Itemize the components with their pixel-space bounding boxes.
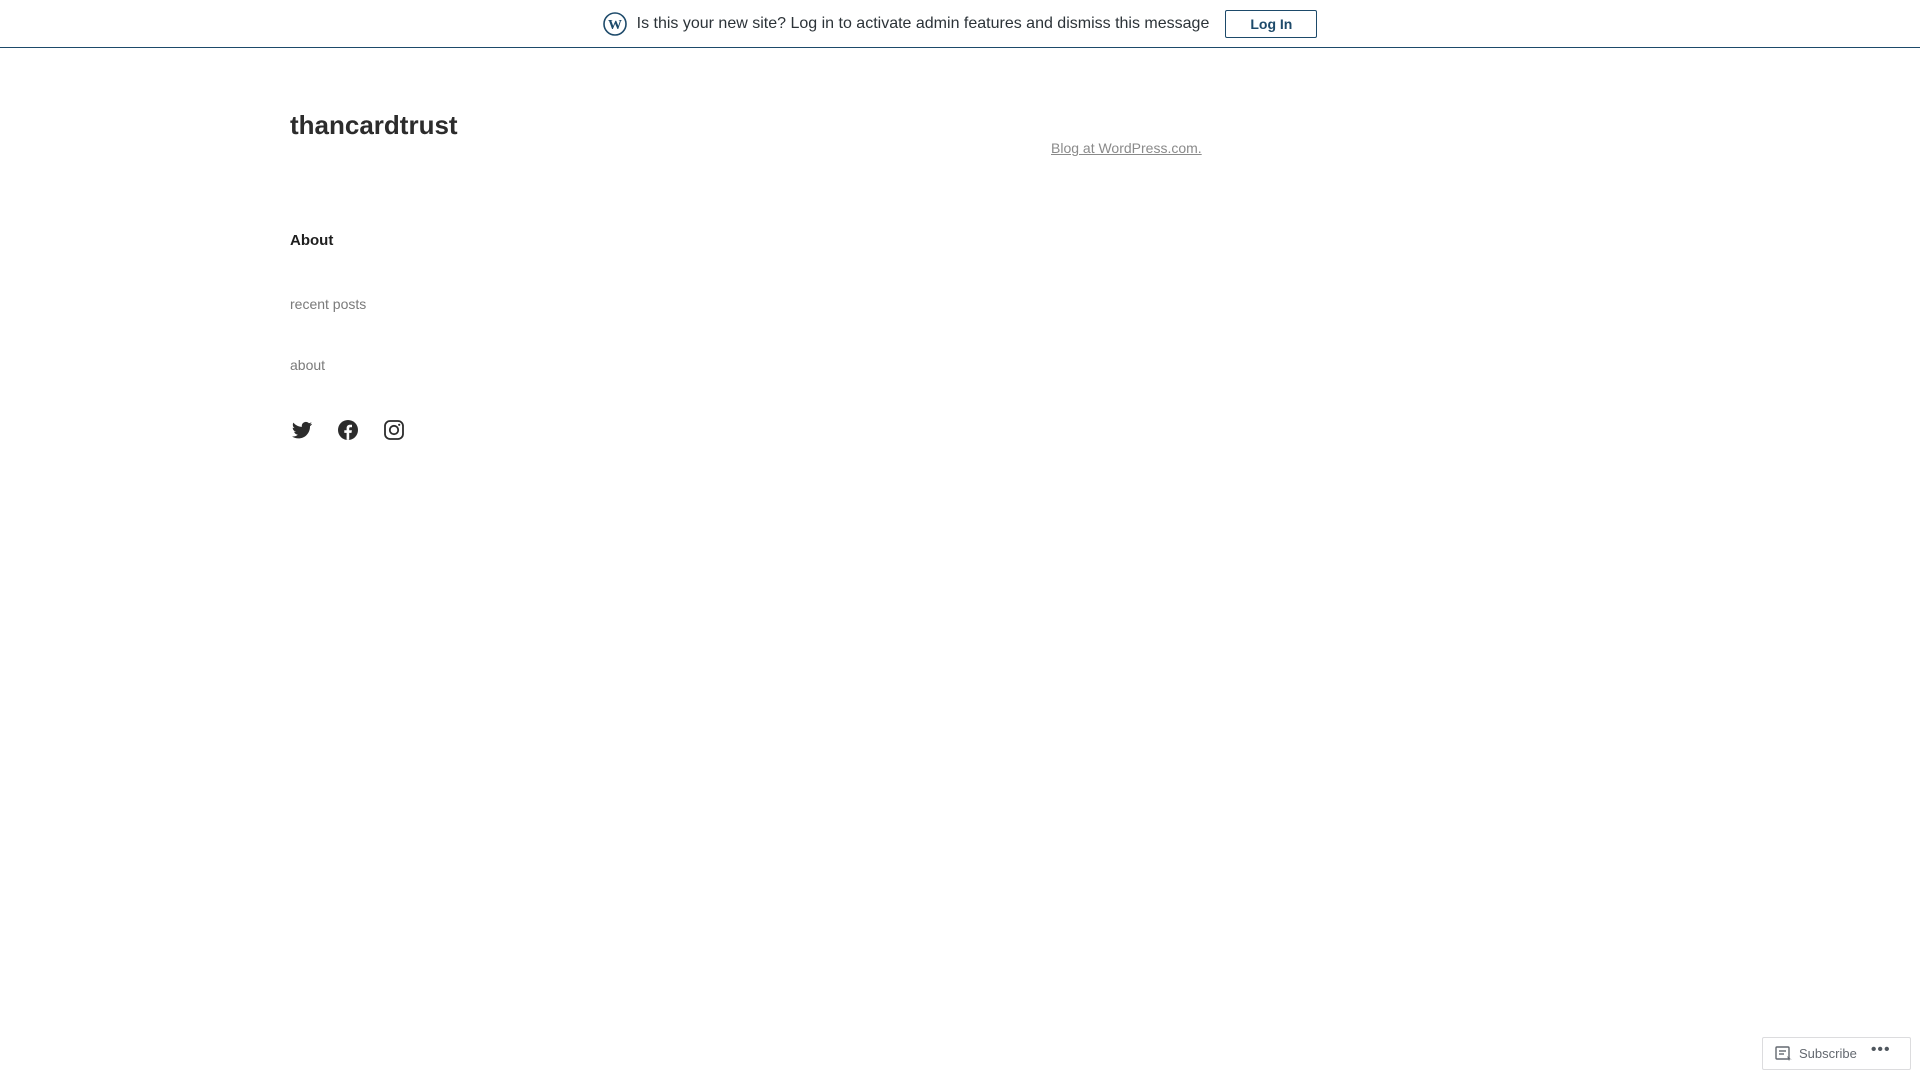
social-links [290,418,406,442]
subscribe-icon [1775,1045,1793,1062]
site-title[interactable]: thancardtrust [290,110,458,141]
log-in-button[interactable]: Log In [1225,9,1318,38]
subscribe-label: Subscribe [1799,1046,1857,1061]
twitter-icon[interactable] [290,418,314,442]
facebook-icon[interactable] [336,418,360,442]
nav-item-recent-posts[interactable]: recent posts [290,296,366,312]
banner-content: W Is this your new site? Log in to activ… [602,9,1318,38]
svg-text:W: W [608,18,622,33]
banner-message: Is this your new site? Log in to activat… [636,14,1210,32]
more-options-button[interactable]: ••• [1871,1041,1891,1058]
action-bar: Subscribe ••• [1762,1037,1911,1070]
admin-notice-banner: W Is this your new site? Log in to activ… [0,0,1920,48]
instagram-icon[interactable] [382,418,406,442]
subscribe-button[interactable]: Subscribe [1775,1045,1857,1062]
wordpress-logo-icon: W [602,11,627,36]
nav-item-about[interactable]: about [290,357,325,373]
nav-heading-about[interactable]: About [290,232,333,249]
blog-at-wordpress-link[interactable]: Blog at WordPress.com. [1051,140,1202,156]
